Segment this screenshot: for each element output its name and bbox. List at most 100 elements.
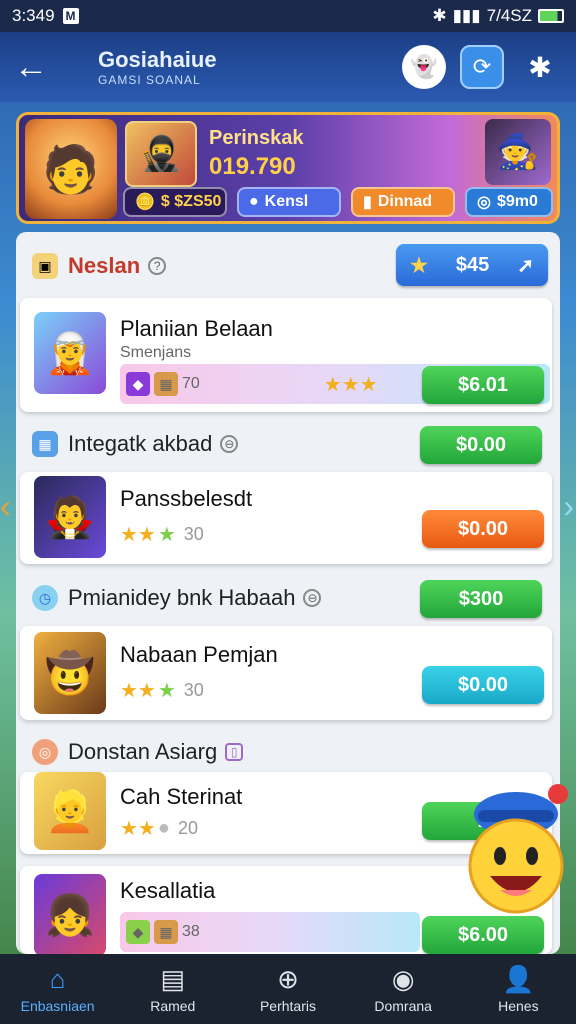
- section-action-label: $45: [455, 253, 490, 276]
- hero-score: 019.790: [209, 153, 296, 180]
- buy-button[interactable]: $0.00: [422, 510, 544, 548]
- gem-icon: ◆: [126, 372, 150, 396]
- section-action-button[interactable]: ★ $45 ➚: [396, 244, 548, 286]
- strip-number: 70: [182, 375, 200, 392]
- star-icon: ★★: [120, 818, 156, 840]
- rating: ★★ ★ 30: [120, 522, 204, 547]
- reward-strip: ◆ ▦ 38: [120, 912, 420, 952]
- mail-icon: M: [62, 8, 79, 24]
- grid-icon: ▦: [32, 431, 58, 457]
- star-icon: ★★: [120, 680, 156, 702]
- rating: ★★ ● 20: [120, 816, 198, 841]
- status-right-text: 7/4SZ: [486, 6, 532, 25]
- page-subtitle: GAMSI SOANAL: [98, 73, 201, 87]
- page-title: Gosiahaiue: [98, 47, 217, 72]
- gems-chip[interactable]: ● Kensl: [237, 187, 341, 217]
- nav-compass[interactable]: ◉ Domrana: [348, 964, 458, 1014]
- app-header: ← Gosiahaiue GAMSI SOANAL 👻 ⟳ ✱: [0, 32, 576, 102]
- home-icon: ⌂: [49, 964, 66, 994]
- settings-icon[interactable]: ✱: [518, 45, 562, 89]
- mascot-character[interactable]: [460, 780, 572, 930]
- status-bar: 3:349 M ✱ ▮▮▮ 7/4SZ: [0, 0, 576, 32]
- nav-home[interactable]: ⌂ Enbasniaen: [3, 964, 113, 1014]
- character-avatar-icon: 🧝: [34, 312, 106, 394]
- hero-chips: 🪙 $ $ZS50 ● Kensl ▮ Dinnad ◎ $9m0: [123, 187, 553, 217]
- battery-icon: [538, 9, 564, 23]
- gem-icon: ◆: [126, 920, 150, 944]
- cards-icon: ▤: [160, 964, 186, 994]
- section-buy-button[interactable]: $0.00: [420, 426, 542, 464]
- character-avatar-icon: 🧛: [34, 476, 106, 558]
- hero-avatar-icon[interactable]: 🧑: [25, 119, 117, 219]
- mascot-icon: [468, 784, 568, 914]
- nav-profile[interactable]: 👤 Henes: [463, 964, 573, 1014]
- buy-button[interactable]: $0.00: [422, 666, 544, 704]
- nav-label: Ramed: [150, 998, 196, 1014]
- scroll-right-arrow-icon[interactable]: ›: [563, 488, 574, 525]
- badge-icon: ▯: [225, 743, 244, 761]
- info-icon[interactable]: ⊖: [220, 435, 239, 453]
- gems-chip-label: Kensl: [264, 193, 309, 210]
- bluetooth-icon: ✱: [432, 6, 447, 25]
- hero-character-icon[interactable]: 🥷: [125, 121, 197, 187]
- compass-icon: ◉: [391, 964, 415, 994]
- cash-icon: ◎: [477, 194, 491, 211]
- sync-icon[interactable]: ⟳: [460, 45, 504, 89]
- list-item[interactable]: 🧝 Planiian Belaan Smenjans ◆ ▦ 70 ★★★ $6…: [20, 298, 552, 412]
- help-icon[interactable]: ?: [148, 257, 167, 275]
- header-titles: Gosiahaiue GAMSI SOANAL: [98, 47, 388, 87]
- nav-label: Domrana: [374, 998, 432, 1014]
- hero-banner: 🧑 🥷 🧙 Perinskak 019.790 🪙 $ $ZS50 ● Kensl …: [16, 112, 560, 224]
- bottom-nav: ⌂ Enbasniaen ▤ Ramed ⊕ Perhtaris ◉ Domra…: [0, 954, 576, 1024]
- profile-icon: 👤: [502, 964, 535, 994]
- item-subtitle: Smenjans: [120, 344, 192, 361]
- arrow-icon: ➚: [517, 254, 534, 277]
- clock-icon: ◷: [32, 585, 58, 611]
- section-buy-button[interactable]: $300: [420, 580, 542, 618]
- coins-chip-label: $ $ZS50: [160, 193, 222, 210]
- nav-label: Enbasniaen: [20, 998, 95, 1014]
- back-arrow-icon[interactable]: ←: [14, 48, 58, 87]
- chest-icon: ▣: [32, 253, 58, 279]
- nav-label: Perhtaris: [259, 998, 316, 1014]
- rating-count: 20: [177, 818, 198, 838]
- item-icon: ▦: [154, 920, 178, 944]
- item-title: Panssbelesdt: [120, 486, 253, 511]
- plus-circle-icon: ⊕: [277, 964, 299, 994]
- info-icon[interactable]: ⊖: [303, 589, 322, 607]
- section-title: Neslan: [68, 253, 141, 278]
- hero-rival-icon[interactable]: 🧙: [485, 119, 551, 185]
- character-avatar-icon: 👱: [34, 772, 106, 850]
- rating-count: 30: [183, 524, 204, 544]
- star-icon: ★★: [120, 524, 156, 546]
- energy-chip[interactable]: ▮ Dinnad: [351, 187, 455, 217]
- ghost-icon[interactable]: 👻: [402, 45, 446, 89]
- item-title: Nabaan Pemjan: [120, 642, 278, 667]
- buy-button[interactable]: $6.01: [422, 366, 544, 404]
- nav-cards[interactable]: ▤ Ramed: [118, 964, 228, 1014]
- item-title: Planiian Belaan: [120, 316, 273, 341]
- cash-chip[interactable]: ◎ $9m0: [465, 187, 553, 217]
- section-title: Integatk akbad: [68, 431, 213, 456]
- item-icon: ▦: [154, 372, 178, 396]
- scroll-left-arrow-icon[interactable]: ‹: [0, 488, 11, 525]
- star-icon: ★: [157, 680, 176, 702]
- star-empty-icon: ●: [157, 817, 170, 839]
- item-title: Cah Sterinat: [120, 784, 243, 809]
- list-item[interactable]: 🤠 Nabaan Pemjan ★★ ★ 30 $0.00: [20, 626, 552, 720]
- character-avatar-icon: 👧: [34, 874, 106, 954]
- coins-chip[interactable]: 🪙 $ $ZS50: [123, 187, 227, 217]
- gem-icon: ●: [249, 193, 259, 210]
- section-title: Pmianidey bnk Habaah: [68, 585, 296, 610]
- coin-icon: 🪙: [135, 194, 155, 211]
- rating-count: 30: [183, 680, 204, 700]
- item-title: Kesallatia: [120, 878, 216, 903]
- nav-add[interactable]: ⊕ Perhtaris: [233, 964, 343, 1014]
- rating-stars-icon: ★★★: [323, 373, 378, 396]
- strip-number: 38: [182, 923, 200, 940]
- nav-label: Henes: [498, 998, 539, 1014]
- hero-name: Perinskak: [209, 127, 304, 149]
- list-item[interactable]: 🧛 Panssbelesdt ★★ ★ 30 $0.00: [20, 472, 552, 564]
- signal-icon: ▮▮▮: [452, 6, 481, 25]
- character-avatar-icon: 🤠: [34, 632, 106, 714]
